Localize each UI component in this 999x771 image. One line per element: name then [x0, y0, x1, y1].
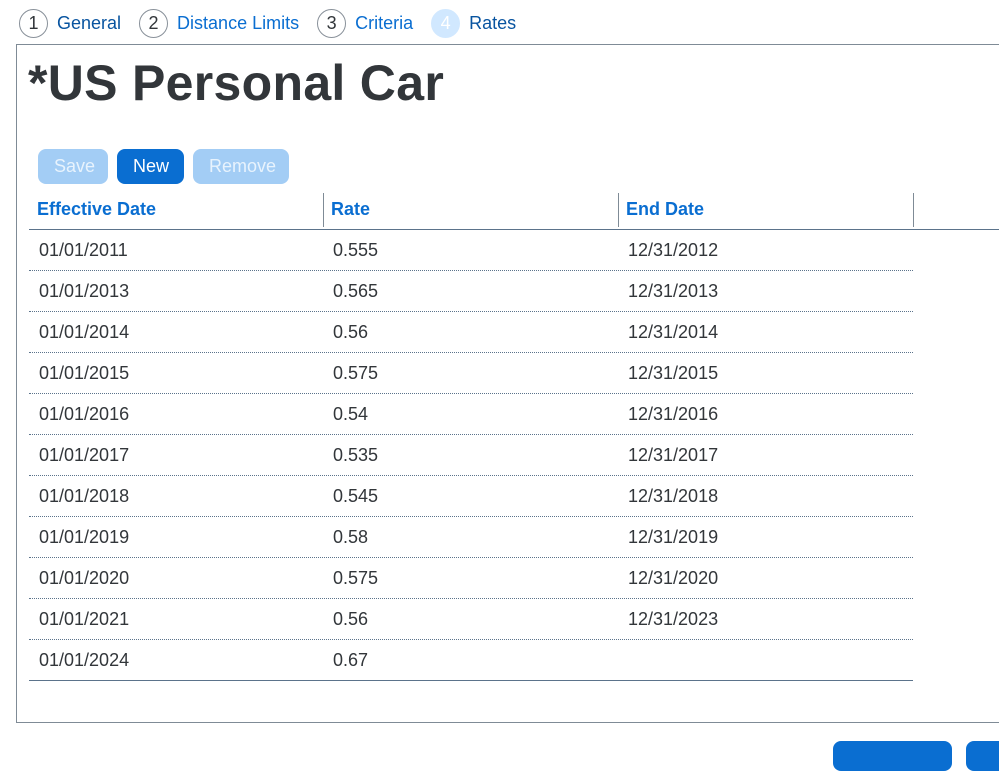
step-number: 3	[317, 9, 347, 38]
table-row[interactable]: 01/01/2011 0.555 12/31/2012	[29, 230, 913, 271]
table-row[interactable]: 01/01/2014 0.56 12/31/2014	[29, 312, 913, 353]
effective-date-cell: 01/01/2017	[39, 445, 130, 465]
effective-date-cell: 01/01/2015	[39, 363, 130, 383]
rates-panel: *US Personal Car Save New Remove Effecti…	[16, 44, 999, 723]
rate-cell: 0.56	[333, 322, 369, 342]
effective-date-cell: 01/01/2011	[39, 240, 128, 260]
effective-date-cell: 01/01/2021	[39, 609, 130, 629]
step-label: Criteria	[355, 13, 414, 33]
rate-cell: 0.535	[333, 445, 379, 465]
rate-cell: 0.67	[333, 650, 369, 670]
end-date-cell: 12/31/2016	[628, 404, 719, 424]
rate-cell: 0.555	[333, 240, 379, 260]
footer-secondary-button[interactable]	[966, 741, 999, 771]
table-row[interactable]: 01/01/2016 0.54 12/31/2016	[29, 394, 913, 435]
step-label: Distance Limits	[177, 13, 300, 33]
rates-table: Effective Date Rate End Date 01/01/2011 0…	[29, 193, 999, 681]
end-date-cell: 12/31/2018	[628, 486, 719, 506]
effective-date-cell: 01/01/2019	[39, 527, 130, 547]
table-row[interactable]: 01/01/2020 0.575 12/31/2020	[29, 558, 913, 599]
end-date-cell: 12/31/2014	[628, 322, 719, 342]
column-header-end-date[interactable]: End Date	[618, 193, 913, 229]
table-row[interactable]: 01/01/2018 0.545 12/31/2018	[29, 476, 913, 517]
rate-cell: 0.54	[333, 404, 369, 424]
wizard-steps: 1 General 2 Distance Limits 3 Criteria 4…	[19, 9, 534, 38]
table-row[interactable]: 01/01/2021 0.56 12/31/2023	[29, 599, 913, 640]
table-row[interactable]: 01/01/2024 0.67	[29, 640, 913, 681]
end-date-cell: 12/31/2020	[628, 568, 719, 588]
table-toolbar: Save New Remove	[38, 149, 298, 184]
table-row[interactable]: 01/01/2015 0.575 12/31/2015	[29, 353, 913, 394]
end-date-cell: 12/31/2013	[628, 281, 719, 301]
rate-cell: 0.575	[333, 568, 379, 588]
column-header-effective-date[interactable]: Effective Date	[29, 193, 323, 229]
step-rates[interactable]: 4 Rates	[431, 9, 516, 38]
rate-cell: 0.56	[333, 609, 369, 629]
step-general[interactable]: 1 General	[19, 9, 121, 38]
effective-date-cell: 01/01/2024	[39, 650, 130, 670]
column-header-rate[interactable]: Rate	[323, 193, 618, 229]
table-row[interactable]: 01/01/2013 0.565 12/31/2013	[29, 271, 913, 312]
rate-cell: 0.565	[333, 281, 379, 301]
end-date-cell: 12/31/2019	[628, 527, 719, 547]
table-row[interactable]: 01/01/2019 0.58 12/31/2019	[29, 517, 913, 558]
step-criteria[interactable]: 3 Criteria	[317, 9, 413, 38]
table-row[interactable]: 01/01/2017 0.535 12/31/2017	[29, 435, 913, 476]
effective-date-cell: 01/01/2013	[39, 281, 130, 301]
rate-cell: 0.58	[333, 527, 369, 547]
save-button[interactable]: Save	[38, 149, 108, 184]
effective-date-cell: 01/01/2020	[39, 568, 130, 588]
end-date-cell: 12/31/2017	[628, 445, 719, 465]
table-body: 01/01/2011 0.555 12/31/2012 01/01/2013 0.565…	[29, 230, 999, 681]
effective-date-cell: 01/01/2018	[39, 486, 130, 506]
step-number: 2	[139, 9, 169, 38]
effective-date-cell: 01/01/2014	[39, 322, 130, 342]
step-number: 1	[19, 9, 48, 38]
rate-cell: 0.575	[333, 363, 379, 383]
new-button[interactable]: New	[117, 149, 184, 184]
step-number: 4	[431, 9, 461, 38]
rate-cell: 0.545	[333, 486, 379, 506]
step-label: General	[57, 13, 122, 33]
end-date-cell: 12/31/2023	[628, 609, 719, 629]
remove-button[interactable]: Remove	[193, 149, 289, 184]
step-label: Rates	[469, 13, 517, 33]
end-date-cell: 12/31/2015	[628, 363, 719, 383]
page-title: *US Personal Car	[28, 55, 445, 111]
effective-date-cell: 01/01/2016	[39, 404, 130, 424]
table-header: Effective Date Rate End Date	[29, 193, 999, 230]
footer-primary-button[interactable]	[833, 741, 952, 771]
column-divider[interactable]	[913, 193, 914, 227]
step-distance-limits[interactable]: 2 Distance Limits	[139, 9, 299, 38]
end-date-cell: 12/31/2012	[628, 240, 719, 260]
